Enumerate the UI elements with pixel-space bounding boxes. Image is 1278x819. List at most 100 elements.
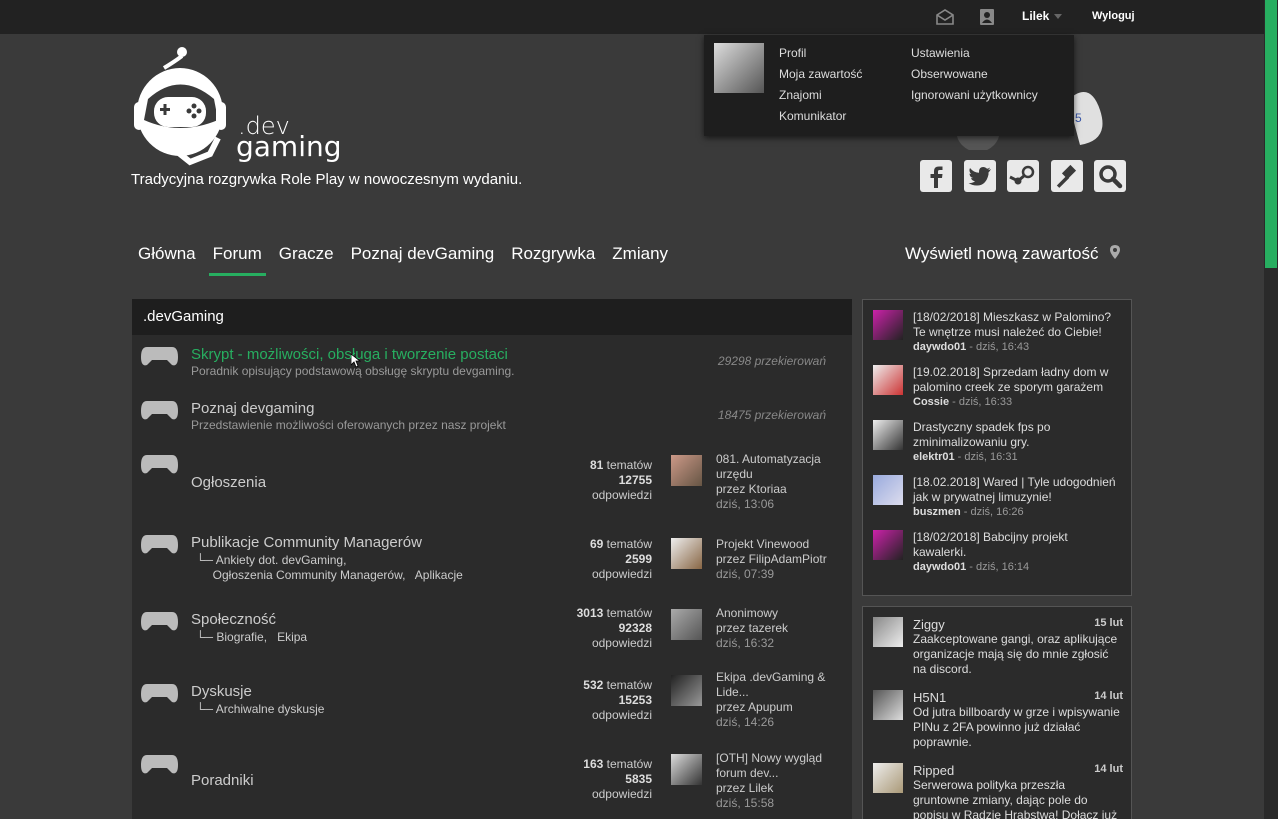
- map-pin-icon[interactable]: [1110, 245, 1120, 259]
- status-text: Serwerowa polityka przeszła gruntowne zm…: [913, 778, 1118, 819]
- category-title[interactable]: .devGaming: [132, 299, 852, 335]
- last-post-title[interactable]: 081. Automatyzacja urzędu: [716, 452, 836, 482]
- status-author[interactable]: Ziggy: [913, 617, 1123, 632]
- topics-label: tematów: [606, 757, 652, 771]
- forum-title[interactable]: Społeczność: [191, 611, 276, 628]
- nav-item-forum[interactable]: Forum: [208, 244, 266, 276]
- last-post-title[interactable]: Projekt Vinewood: [716, 537, 836, 552]
- menu-item-followed[interactable]: Obserwowane: [911, 67, 988, 81]
- avatar[interactable]: [873, 310, 903, 340]
- topic-count: 3013: [576, 606, 604, 620]
- messages-icon[interactable]: [935, 7, 955, 27]
- recent-topic-author[interactable]: elektr01: [913, 451, 955, 463]
- forum-title[interactable]: Dyskusje: [191, 683, 252, 700]
- avatar[interactable]: [873, 420, 903, 450]
- avatar[interactable]: [873, 475, 903, 505]
- recent-topic-title[interactable]: [19.02.2018] Sprzedam ładny dom w palomi…: [913, 365, 1123, 395]
- last-post-title[interactable]: Anonimowy: [716, 606, 836, 621]
- redirect-count: 18475 przekierowań: [717, 408, 826, 422]
- last-post-author[interactable]: przez Lilek: [716, 781, 836, 796]
- nav-item-players[interactable]: Gracze: [279, 244, 334, 274]
- facebook-button[interactable]: [920, 160, 952, 192]
- last-post-title[interactable]: Ekipa .devGaming & Lide...: [716, 670, 836, 700]
- avatar[interactable]: [671, 675, 702, 706]
- status-updates-box: 15 lut Ziggy Zaakceptowane gangi, oraz ap…: [862, 606, 1132, 819]
- menu-item-profile[interactable]: Profil: [779, 46, 806, 60]
- notifications-icon[interactable]: [977, 7, 997, 27]
- menu-item-friends[interactable]: Znajomi: [779, 88, 822, 102]
- main-nav: Główna Forum Gracze Poznaj devGaming Roz…: [138, 244, 685, 276]
- forum-title[interactable]: Publikacje Community Managerów: [191, 534, 422, 551]
- topics-label: tematów: [606, 458, 652, 472]
- forum-stats: 69 tematów 2599 odpowiedzi: [552, 537, 652, 582]
- avatar[interactable]: [873, 690, 903, 720]
- nav-item-home[interactable]: Główna: [138, 244, 196, 274]
- avatar[interactable]: [873, 530, 903, 560]
- reply-count: 12755: [618, 473, 652, 487]
- status-author[interactable]: Ripped: [913, 763, 1123, 778]
- avatar[interactable]: [671, 538, 702, 569]
- last-post-author[interactable]: przez Ktoriaa: [716, 482, 836, 497]
- subforum-link[interactable]: Ogłoszenia Community Managerów,: [213, 568, 406, 582]
- subforum-link[interactable]: Ankiety dot. devGaming,: [216, 553, 347, 567]
- menu-item-messenger[interactable]: Komunikator: [779, 109, 846, 123]
- topic-count: 532: [583, 678, 604, 692]
- forum-title[interactable]: Skrypt - możliwości, obsługa i tworzenie…: [191, 346, 508, 363]
- last-post-author[interactable]: przez FilipAdamPiotr: [716, 552, 836, 567]
- gamepad-icon: [141, 755, 178, 774]
- steam-icon: [1009, 165, 1035, 185]
- replies-label: odpowiedzi: [591, 488, 652, 502]
- recent-topic-title[interactable]: Drastyczny spadek fps po zminimalizowani…: [913, 420, 1123, 450]
- subforum-list: └─ Archiwalne dyskusje: [196, 702, 325, 716]
- forum-title[interactable]: Ogłoszenia: [191, 474, 266, 491]
- status-author[interactable]: H5N1: [913, 690, 1123, 705]
- menu-item-my-content[interactable]: Moja zawartość: [779, 67, 862, 81]
- avatar[interactable]: [873, 617, 903, 647]
- chevron-down-icon[interactable]: [1054, 14, 1062, 19]
- subforum-link[interactable]: Archiwalne dyskusje: [216, 702, 325, 716]
- scrollbar-thumb[interactable]: [1265, 0, 1277, 268]
- recent-topic-time: dziś, 16:33: [958, 396, 1013, 408]
- avatar[interactable]: [671, 455, 702, 486]
- forum-title[interactable]: Poznaj devgaming: [191, 400, 314, 417]
- avatar[interactable]: [671, 754, 702, 785]
- avatar[interactable]: [714, 43, 764, 93]
- gamepad-icon: [141, 347, 178, 366]
- twitter-button[interactable]: [964, 160, 996, 192]
- recent-topic-title[interactable]: [18/02/2018] Babcijny projekt kawalerki.: [913, 530, 1123, 560]
- recent-topic-title[interactable]: [18/02/2018] Mieszkasz w Palomino? Te wn…: [913, 310, 1123, 340]
- last-post-author[interactable]: przez tazerek: [716, 621, 836, 636]
- new-content-link[interactable]: Wyświetl nową zawartość: [905, 244, 1099, 264]
- search-button[interactable]: [1094, 160, 1126, 192]
- subforum-link[interactable]: Ekipa: [277, 630, 307, 644]
- last-post-title[interactable]: [OTH] Nowy wygląd forum dev...: [716, 751, 836, 781]
- menu-item-ignored[interactable]: Ignorowani użytkownicy: [911, 88, 1038, 102]
- rules-button[interactable]: [1051, 160, 1083, 192]
- forum-title[interactable]: Poradniki: [191, 772, 254, 789]
- recent-topic-author[interactable]: buszmen: [913, 506, 961, 518]
- recent-topic-author[interactable]: daywdo01: [913, 341, 966, 353]
- steam-button[interactable]: [1007, 160, 1039, 192]
- recent-topic-author[interactable]: daywdo01: [913, 561, 966, 573]
- nav-item-changes[interactable]: Zmiany: [612, 244, 668, 274]
- last-post-author[interactable]: przez Apupum: [716, 700, 836, 715]
- subforum-link[interactable]: Aplikacje: [415, 568, 463, 582]
- gamepad-icon: [141, 535, 178, 554]
- recent-topic-author[interactable]: Cossie: [913, 396, 949, 408]
- avatar[interactable]: [671, 609, 702, 640]
- subforum-link[interactable]: Biografie,: [216, 630, 267, 644]
- user-menu-button[interactable]: Lilek: [1022, 9, 1049, 23]
- reply-count: 2599: [625, 552, 652, 566]
- gamepad-icon: [141, 612, 178, 631]
- logout-link[interactable]: Wyloguj: [1092, 10, 1135, 22]
- scrollbar[interactable]: [1264, 0, 1278, 819]
- avatar[interactable]: [873, 763, 903, 793]
- topic-count: 81: [589, 458, 604, 472]
- nav-item-about[interactable]: Poznaj devGaming: [351, 244, 495, 274]
- menu-item-settings[interactable]: Ustawienia: [911, 46, 970, 60]
- recent-topic-time: dziś, 16:26: [970, 506, 1024, 518]
- recent-topic-title[interactable]: [18.02.2018] Wared | Tyle udogodnień jak…: [913, 475, 1123, 505]
- last-post: Projekt Vinewood przez FilipAdamPiotr dz…: [716, 537, 836, 582]
- nav-item-gameplay[interactable]: Rozgrywka: [511, 244, 595, 274]
- avatar[interactable]: [873, 365, 903, 395]
